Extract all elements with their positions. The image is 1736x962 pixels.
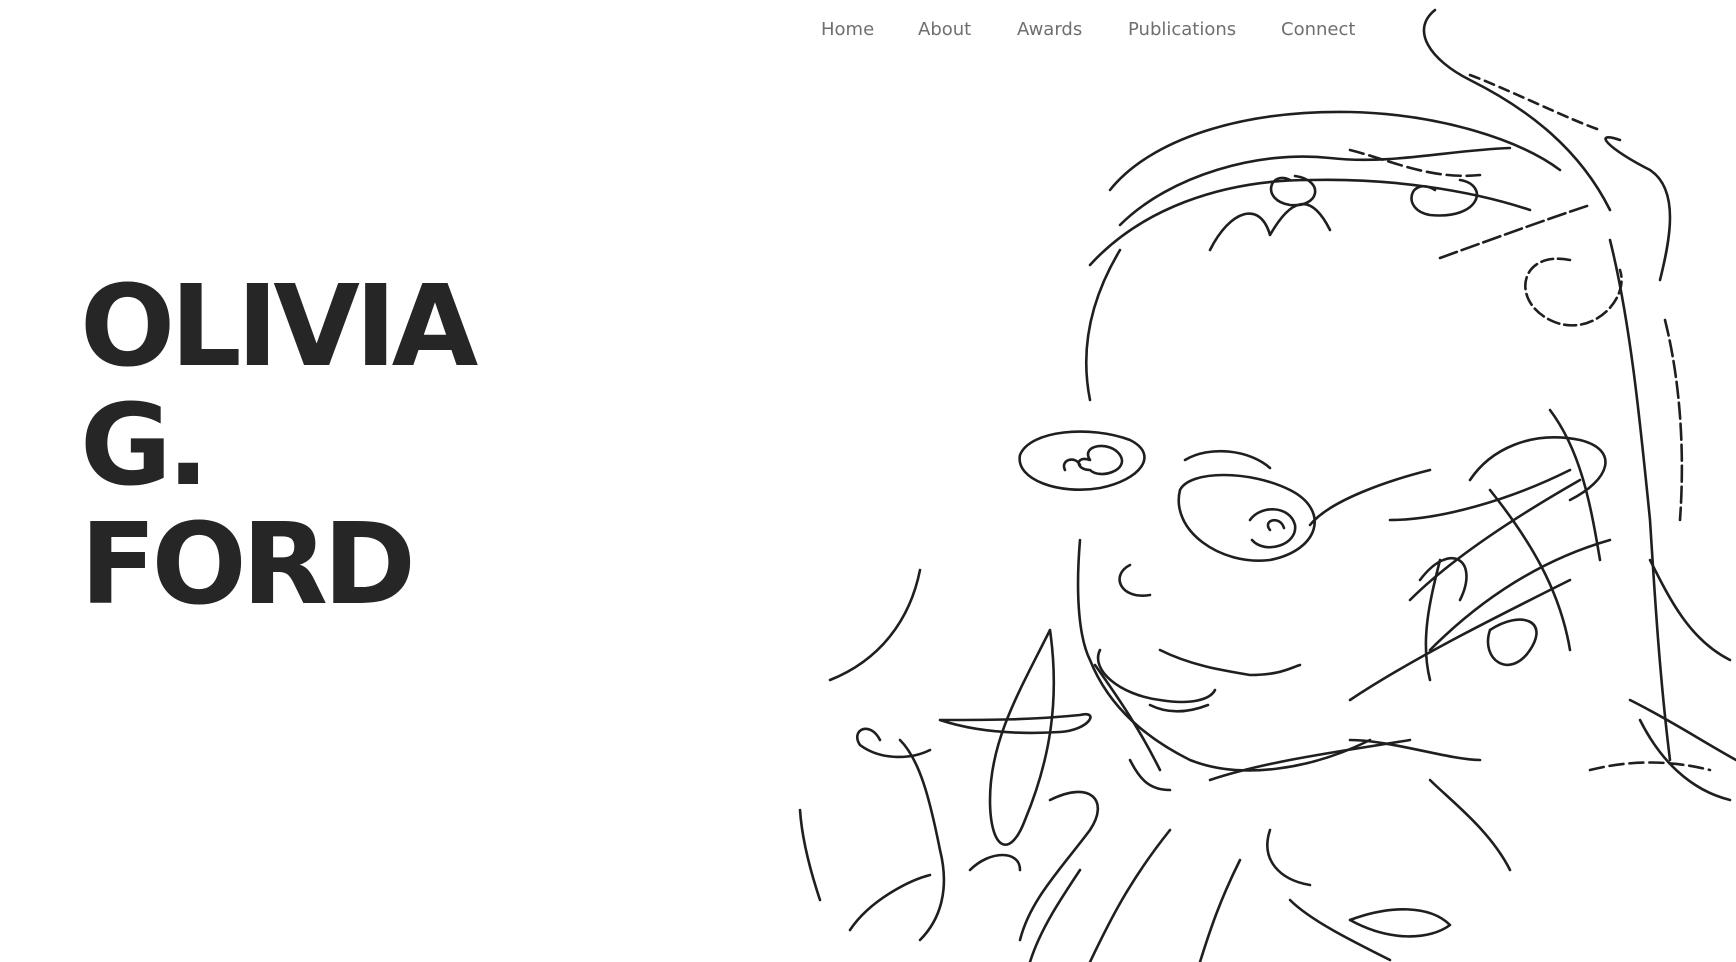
portrait-line-art <box>798 8 1736 962</box>
portrait-drawing <box>790 0 1736 962</box>
hero-name-last: FORD <box>80 500 416 630</box>
hero-name: OLIVIA G. FORD <box>80 262 478 630</box>
hero-name-middle: G. <box>80 381 209 511</box>
hero-name-first: OLIVIA <box>80 262 478 392</box>
